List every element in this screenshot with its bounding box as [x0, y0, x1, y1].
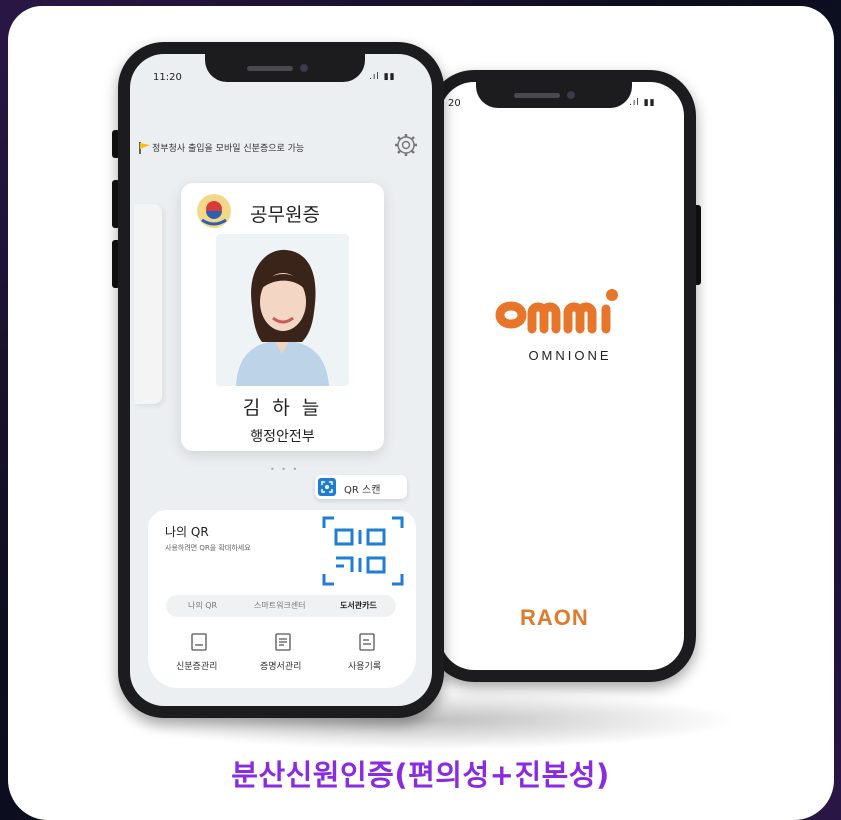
page-indicator: • • • [270, 465, 300, 474]
id-card-icon[interactable] [190, 632, 208, 652]
holder-name: 김 하 늘 [242, 397, 323, 419]
card-title: 공무원증 [250, 204, 320, 226]
qr-scan-label: QR 스캔 [344, 485, 381, 496]
government-emblem-icon [197, 194, 231, 228]
certificate-icon[interactable] [274, 632, 292, 652]
qr-code-icon[interactable] [320, 514, 406, 588]
profile-photo [216, 234, 349, 386]
my-qr-title: 나의 QR [165, 525, 209, 539]
omni-logo-icon [495, 289, 618, 334]
segment-smartwork-center[interactable]: 스마트워크센터 [254, 600, 306, 611]
nav-usage-history-label[interactable]: 사용기록 [348, 659, 381, 672]
previous-card-edge[interactable] [134, 204, 162, 404]
signal-battery-icon: .ıl ▮▮ [629, 98, 656, 108]
back-phone-screen [440, 82, 684, 670]
caption-text: 분산신원인증(편의성+진본성) [231, 758, 610, 792]
status-time: 20 [448, 98, 461, 109]
status-time: 11:20 [153, 72, 182, 83]
segment-my-qr[interactable]: 나의 QR [188, 600, 217, 611]
flag-icon [139, 142, 150, 154]
scan-icon [318, 478, 336, 496]
nav-certificate-management-label[interactable]: 증명서관리 [260, 659, 301, 672]
holder-organization: 행정안전부 [250, 429, 315, 445]
segment-library-card[interactable]: 도서관카드 [340, 600, 377, 611]
omnione-wordmark: OMNIONE [528, 348, 612, 363]
gear-icon[interactable] [393, 132, 419, 158]
nav-id-management-label[interactable]: 신분증관리 [176, 659, 217, 672]
signal-battery-icon: .ıl ▮▮ [369, 72, 396, 82]
notice-text: 정부청사 출입을 모바일 신분증으로 가능 [152, 144, 305, 154]
my-qr-subtitle: 사용하려면 QR을 확대하세요 [165, 544, 251, 552]
raon-logo: RAON [520, 605, 589, 630]
history-icon[interactable] [358, 632, 376, 652]
